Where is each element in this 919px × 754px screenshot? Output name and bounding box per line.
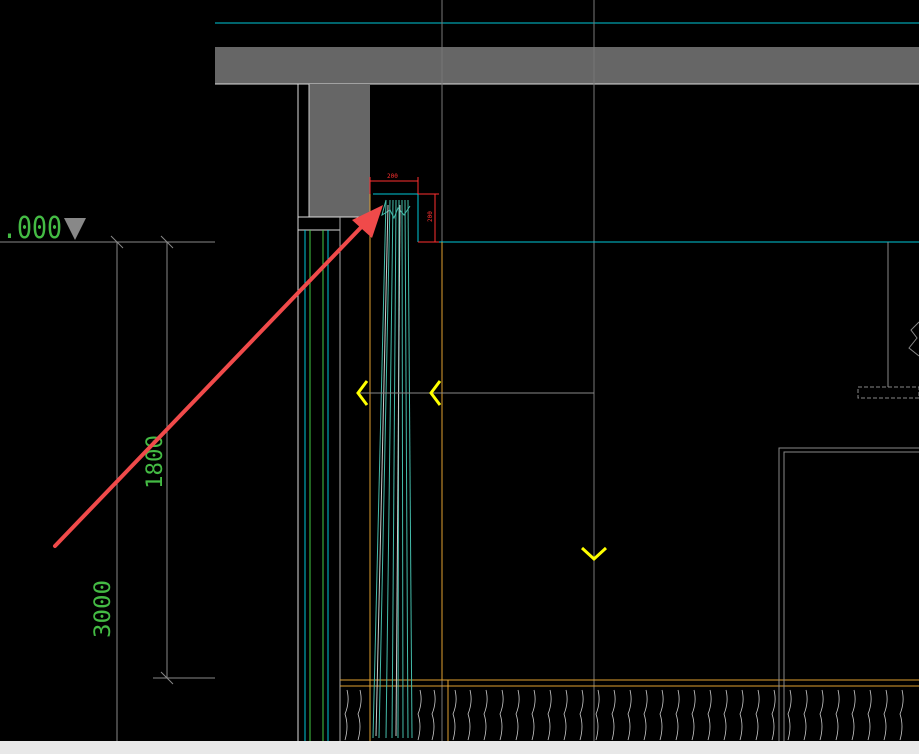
curtain-drape	[372, 199, 413, 739]
ceiling-slab	[215, 47, 919, 84]
floor-hatch	[344, 689, 904, 741]
cad-drawing-svg: 200 200 1800 3000 .000	[0, 0, 919, 753]
door-frame-outer	[778, 447, 919, 749]
status-strip	[0, 741, 919, 754]
cad-drawing-canvas[interactable]: 200 200 1800 3000 .000	[0, 0, 919, 753]
fixture-detail	[908, 321, 919, 357]
arrow-icon	[53, 205, 383, 548]
door-frame-inner	[783, 451, 919, 753]
pendant-fixture	[857, 386, 919, 399]
dimension-text-200-vertical: 200	[427, 211, 434, 222]
dimension-text-200-horizontal: 200	[387, 173, 398, 180]
triangle-down-icon	[64, 218, 86, 240]
beam	[309, 84, 370, 217]
dimension-text-3000: 3000	[91, 580, 116, 638]
elevation-label: .000	[2, 211, 62, 246]
